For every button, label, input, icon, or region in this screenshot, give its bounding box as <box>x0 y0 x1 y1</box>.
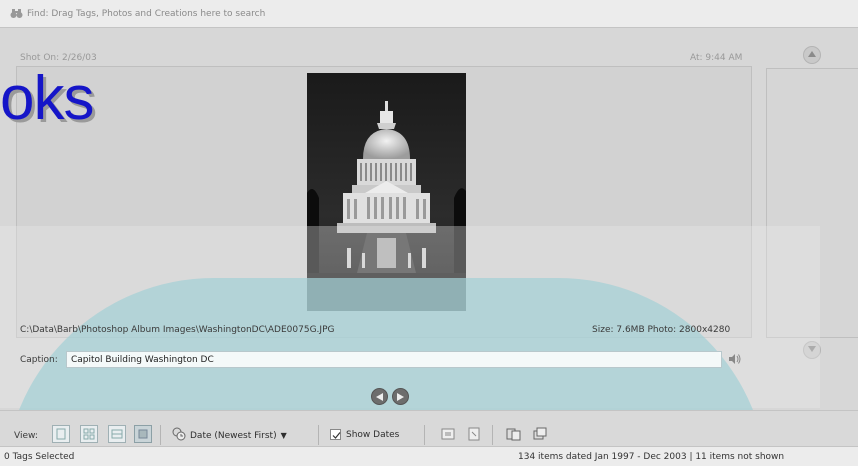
find-bar-text: Find: Drag Tags, Photos and Creations he… <box>27 8 266 19</box>
capitol-building-image <box>307 73 466 311</box>
tags-selected-status: 0 Tags Selected <box>4 452 75 462</box>
next-photo-button[interactable] <box>392 388 409 405</box>
rotate-right-icon[interactable] <box>466 426 482 442</box>
caption-input[interactable] <box>66 351 722 368</box>
binoculars-icon <box>10 8 23 19</box>
shot-at-time: At: 9:44 AM <box>690 53 743 63</box>
toolbar-divider <box>318 425 319 445</box>
clock-icon <box>172 427 186 444</box>
shot-on-date: Shot On: 2/26/03 <box>20 53 97 63</box>
previous-photo-button[interactable] <box>371 388 388 405</box>
rotate-left-icon[interactable] <box>440 426 456 442</box>
overlay-text: oks <box>0 64 94 133</box>
view-label: View: <box>14 431 38 441</box>
show-dates-label: Show Dates <box>346 429 400 440</box>
file-size-info: Size: 7.6MB Photo: 2800x4280 <box>592 325 731 335</box>
view-toolbar: View: Date (Newest First) ▼ Show Dates <box>0 410 858 446</box>
slideshow-icon[interactable] <box>532 426 548 442</box>
photo-review-area: Shot On: 2/26/03 At: 9:44 AM oks C:\Data… <box>0 28 858 466</box>
scroll-down-button[interactable] <box>803 341 821 359</box>
sort-order-dropdown[interactable]: Date (Newest First) ▼ <box>172 427 287 444</box>
audio-caption-icon[interactable] <box>728 352 742 369</box>
toolbar-divider <box>492 425 493 445</box>
capitol-photo[interactable] <box>307 73 466 311</box>
file-path: C:\Data\Barb\Photoshop Album Images\Wash… <box>20 325 335 335</box>
toolbar-divider <box>424 425 425 445</box>
single-photo-view-button[interactable] <box>134 425 152 443</box>
chevron-down-icon: ▼ <box>280 431 287 440</box>
find-bar[interactable]: Find: Drag Tags, Photos and Creations he… <box>0 0 858 28</box>
small-thumbnails-view-button[interactable] <box>52 425 70 443</box>
caption-label: Caption: <box>20 355 58 365</box>
items-count-status: 134 items dated Jan 1997 - Dec 2003 | 11… <box>518 452 785 462</box>
photo-compare-icon[interactable] <box>506 426 522 442</box>
medium-thumbnails-view-button[interactable] <box>80 425 98 443</box>
side-panel <box>766 68 858 338</box>
show-dates-checkbox[interactable] <box>330 429 341 440</box>
show-dates-toggle[interactable]: Show Dates <box>330 429 399 440</box>
toolbar-divider <box>160 425 161 445</box>
scroll-up-button[interactable] <box>803 46 821 64</box>
sort-order-label: Date (Newest First) <box>190 430 277 441</box>
details-view-button[interactable] <box>108 425 126 443</box>
status-bar: 0 Tags Selected 134 items dated Jan 1997… <box>0 446 858 466</box>
